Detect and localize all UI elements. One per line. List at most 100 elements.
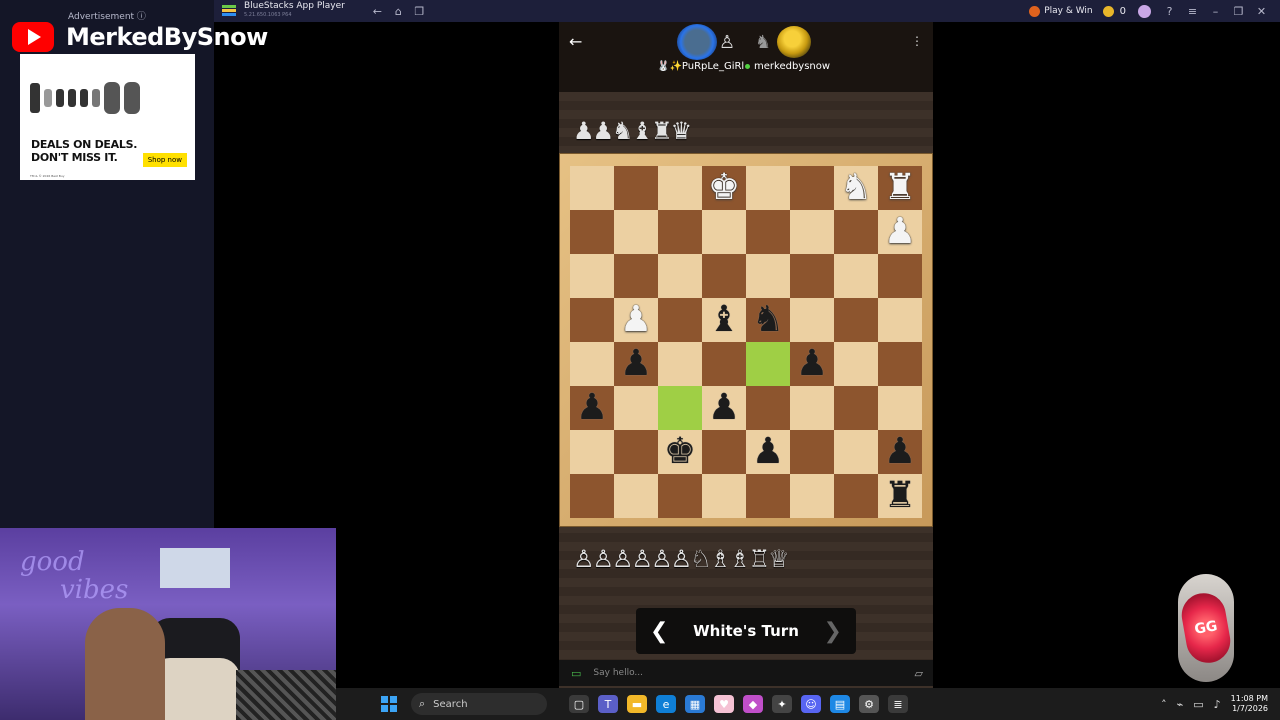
square-e3[interactable] <box>746 386 790 430</box>
chat-input[interactable]: Say hello... <box>593 668 643 678</box>
square-f4[interactable]: ♟ <box>790 342 834 386</box>
square-c4[interactable] <box>658 342 702 386</box>
more-options-icon[interactable]: ⋮ <box>911 34 923 48</box>
black-king-icon[interactable]: ♚ <box>664 430 696 474</box>
square-h4[interactable] <box>878 342 922 386</box>
square-g3[interactable] <box>834 386 878 430</box>
square-d4[interactable] <box>702 342 746 386</box>
next-move-icon[interactable]: ❯ <box>824 619 842 644</box>
play-win-button[interactable]: Play & Win <box>1029 5 1093 17</box>
square-b2[interactable] <box>614 430 658 474</box>
black-pawn-icon[interactable]: ♟ <box>708 386 740 430</box>
battery-icon[interactable]: ▭ <box>1193 698 1203 711</box>
square-d2[interactable] <box>702 430 746 474</box>
square-a6[interactable] <box>570 254 614 298</box>
square-f7[interactable] <box>790 210 834 254</box>
minimize-icon[interactable]: – <box>1205 5 1226 18</box>
black-pawn-icon[interactable]: ♟ <box>796 342 828 386</box>
black-pawn-icon[interactable]: ♟ <box>884 430 916 474</box>
back-arrow-icon[interactable]: ← <box>569 32 582 51</box>
shop-now-button[interactable]: Shop now <box>142 153 187 167</box>
square-b7[interactable] <box>614 210 658 254</box>
square-g8[interactable]: ♞ <box>834 166 878 210</box>
clock[interactable]: 11:08 PM 1/7/2026 <box>1231 694 1268 714</box>
square-f3[interactable] <box>790 386 834 430</box>
square-d1[interactable] <box>702 474 746 518</box>
player1-avatar[interactable] <box>677 24 717 60</box>
bluestacks-taskbar-icon[interactable]: ≣ <box>888 695 908 713</box>
square-g4[interactable] <box>834 342 878 386</box>
square-e7[interactable] <box>746 210 790 254</box>
app-icon-pink[interactable]: ♥ <box>714 695 734 713</box>
recent-apps-icon[interactable]: ❐ <box>409 5 430 18</box>
square-h5[interactable] <box>878 298 922 342</box>
help-icon[interactable]: ? <box>1159 5 1180 18</box>
square-a1[interactable] <box>570 474 614 518</box>
square-c8[interactable] <box>658 166 702 210</box>
black-pawn-icon[interactable]: ♟ <box>752 430 784 474</box>
square-b5[interactable]: ♟ <box>614 298 658 342</box>
square-c6[interactable] <box>658 254 702 298</box>
square-c1[interactable] <box>658 474 702 518</box>
square-e8[interactable] <box>746 166 790 210</box>
square-h1[interactable]: ♜ <box>878 474 922 518</box>
black-knight-icon[interactable]: ♞ <box>752 298 784 342</box>
square-d8[interactable]: ♚ <box>702 166 746 210</box>
square-a7[interactable] <box>570 210 614 254</box>
square-h6[interactable] <box>878 254 922 298</box>
square-f8[interactable] <box>790 166 834 210</box>
square-h7[interactable]: ♟ <box>878 210 922 254</box>
previous-move-icon[interactable]: ❮ <box>650 619 668 644</box>
square-e5[interactable]: ♞ <box>746 298 790 342</box>
white-king-icon[interactable]: ♚ <box>708 166 740 210</box>
square-f1[interactable] <box>790 474 834 518</box>
square-d3[interactable]: ♟ <box>702 386 746 430</box>
settings-icon[interactable]: ⚙ <box>859 695 879 713</box>
discord-icon[interactable]: ☺ <box>801 695 821 713</box>
square-h8[interactable]: ♜ <box>878 166 922 210</box>
app-icon-paw[interactable]: ✦ <box>772 695 792 713</box>
square-c3[interactable] <box>658 386 702 430</box>
notepad-icon[interactable]: ▤ <box>830 695 850 713</box>
file-explorer-icon[interactable]: ▬ <box>627 695 647 713</box>
windows-start-icon[interactable] <box>381 696 397 712</box>
copilot-icon[interactable]: ◆ <box>743 695 763 713</box>
square-e2[interactable]: ♟ <box>746 430 790 474</box>
square-d6[interactable] <box>702 254 746 298</box>
square-a5[interactable] <box>570 298 614 342</box>
volume-icon[interactable]: ♪ <box>1214 698 1221 711</box>
square-f6[interactable] <box>790 254 834 298</box>
edge-icon[interactable]: e <box>656 695 676 713</box>
square-e1[interactable] <box>746 474 790 518</box>
black-pawn-icon[interactable]: ♟ <box>576 386 608 430</box>
square-b3[interactable] <box>614 386 658 430</box>
user-avatar[interactable] <box>1138 4 1151 18</box>
black-rook-icon[interactable]: ♜ <box>884 474 916 518</box>
square-g7[interactable] <box>834 210 878 254</box>
square-a8[interactable] <box>570 166 614 210</box>
emoji-icon[interactable]: ▱ <box>915 667 923 680</box>
square-a2[interactable] <box>570 430 614 474</box>
taskbar-search[interactable]: ⌕ Search <box>411 693 547 715</box>
square-e4[interactable] <box>746 342 790 386</box>
black-bishop-icon[interactable]: ♝ <box>708 298 740 342</box>
home-icon[interactable]: ⌂ <box>388 5 409 18</box>
menu-icon[interactable]: ≡ <box>1182 5 1203 18</box>
white-knight-icon[interactable]: ♞ <box>840 166 872 210</box>
square-g1[interactable] <box>834 474 878 518</box>
square-f2[interactable] <box>790 430 834 474</box>
teams-icon[interactable]: T <box>598 695 618 713</box>
square-d7[interactable] <box>702 210 746 254</box>
square-g6[interactable] <box>834 254 878 298</box>
square-b4[interactable]: ♟ <box>614 342 658 386</box>
square-f5[interactable] <box>790 298 834 342</box>
square-c7[interactable] <box>658 210 702 254</box>
square-b8[interactable] <box>614 166 658 210</box>
network-icon[interactable]: ⌁ <box>1177 698 1184 711</box>
square-c5[interactable] <box>658 298 702 342</box>
square-a3[interactable]: ♟ <box>570 386 614 430</box>
white-pawn-icon[interactable]: ♟ <box>620 298 652 342</box>
white-pawn-icon[interactable]: ♟ <box>884 210 916 254</box>
store-icon[interactable]: ▦ <box>685 695 705 713</box>
tray-chevron-icon[interactable]: ˄ <box>1161 698 1167 711</box>
